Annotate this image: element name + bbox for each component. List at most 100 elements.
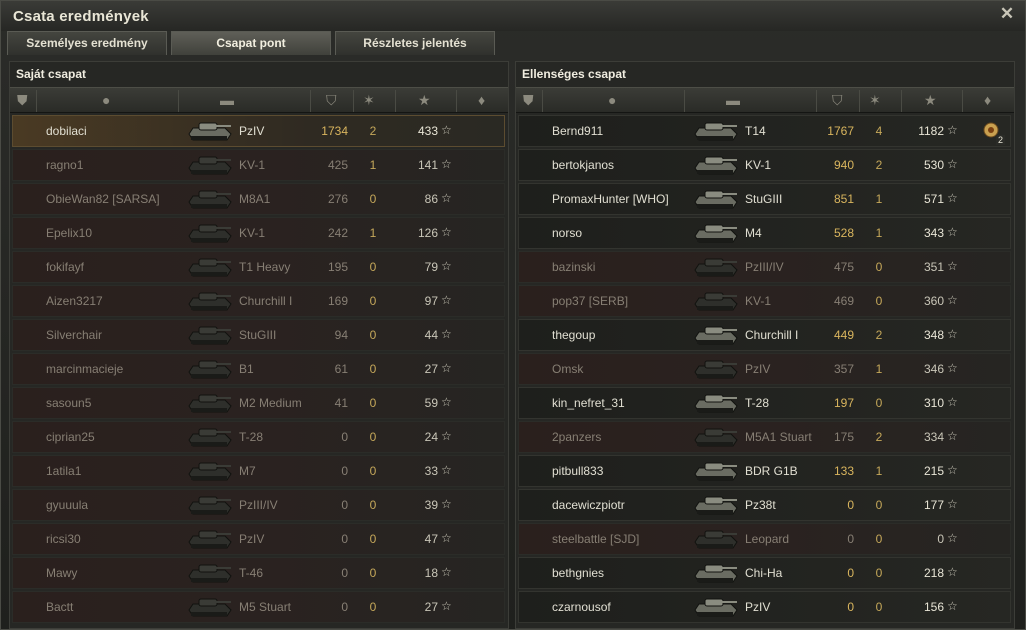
player-row[interactable]: steelbattle [SJD] Leopard 0 0 0 ☆ bbox=[518, 523, 1011, 555]
player-row[interactable]: thegoup Churchill I 449 2 348 ☆ bbox=[518, 319, 1011, 351]
kills-icon[interactable]: ✶ bbox=[363, 92, 375, 109]
experience-value: 530 bbox=[923, 158, 944, 172]
player-row[interactable]: dobilaci PzIV 1734 2 433 ☆ bbox=[12, 115, 505, 147]
player-row[interactable]: ObieWan82 [SARSA] M8A1 276 0 86 ☆ bbox=[12, 183, 505, 215]
kills-icon[interactable]: ✶ bbox=[869, 92, 881, 109]
star-icon: ☆ bbox=[441, 463, 452, 477]
experience-value: 33 bbox=[424, 464, 438, 478]
player-row[interactable]: Omsk PzIV 357 1 346 ☆ bbox=[518, 353, 1011, 385]
tank-icon bbox=[691, 560, 741, 586]
experience-value: 126 bbox=[417, 226, 438, 240]
tank-icon bbox=[691, 118, 741, 144]
player-row[interactable]: Mawy T-46 0 0 18 ☆ bbox=[12, 557, 505, 589]
damage-value: 475 bbox=[833, 260, 854, 274]
damage-value: 242 bbox=[327, 226, 348, 240]
player-row[interactable]: dacewiczpiotr Pz38t 0 0 177 ☆ bbox=[518, 489, 1011, 521]
medal-icon[interactable]: ♦ bbox=[478, 92, 485, 108]
star-icon: ☆ bbox=[441, 123, 452, 137]
star-icon: ☆ bbox=[947, 191, 958, 205]
star-icon: ☆ bbox=[441, 429, 452, 443]
player-row[interactable]: 1atila1 M7 0 0 33 ☆ bbox=[12, 455, 505, 487]
player-row[interactable]: czarnousof PzIV 0 0 156 ☆ bbox=[518, 591, 1011, 623]
tab-detailed-report[interactable]: Részletes jelentés bbox=[335, 31, 495, 55]
tank-icon[interactable]: ▬ bbox=[220, 92, 234, 108]
tab-team-score[interactable]: Csapat pont bbox=[171, 31, 331, 55]
player-row[interactable]: pitbull833 BDR G1B 133 1 215 ☆ bbox=[518, 455, 1011, 487]
player-row[interactable]: Bactt M5 Stuart 0 0 27 ☆ bbox=[12, 591, 505, 623]
player-icon[interactable]: ● bbox=[608, 92, 616, 108]
experience-star-icon[interactable]: ★ bbox=[418, 92, 431, 109]
medal-icon[interactable]: 2 bbox=[981, 120, 1005, 145]
kills-value: 0 bbox=[369, 566, 377, 580]
damage-icon[interactable]: ⛉ bbox=[832, 92, 843, 109]
player-row[interactable]: kin_nefret_31 T-28 197 0 310 ☆ bbox=[518, 387, 1011, 419]
damage-value: 0 bbox=[847, 532, 854, 546]
player-row[interactable]: fokifayf T1 Heavy 195 0 79 ☆ bbox=[12, 251, 505, 283]
kills-value: 0 bbox=[369, 498, 377, 512]
kills-value: 2 bbox=[875, 328, 883, 342]
enemy-team-title: Ellenséges csapat bbox=[522, 67, 627, 81]
player-name: Silverchair bbox=[46, 328, 103, 342]
player-row[interactable]: Bernd911 T14 1767 4 1182 ☆ 2 bbox=[518, 115, 1011, 147]
tank-icon[interactable]: ▬ bbox=[726, 92, 740, 108]
experience-star-icon[interactable]: ★ bbox=[924, 92, 937, 109]
player-name: sasoun5 bbox=[46, 396, 92, 410]
player-row[interactable]: gyuuula PzIII/IV 0 0 39 ☆ bbox=[12, 489, 505, 521]
damage-value: 0 bbox=[341, 430, 348, 444]
player-row[interactable]: bazinski PzIII/IV 475 0 351 ☆ bbox=[518, 251, 1011, 283]
experience-value: 24 bbox=[424, 430, 438, 444]
damage-icon[interactable]: ⛉ bbox=[326, 92, 337, 109]
player-row[interactable]: bertokjanos KV-1 940 2 530 ☆ bbox=[518, 149, 1011, 181]
kills-value: 0 bbox=[369, 430, 377, 444]
player-name: Aizen3217 bbox=[46, 294, 103, 308]
tank-icon bbox=[691, 288, 741, 314]
experience-value: 47 bbox=[424, 532, 438, 546]
experience-value: 0 bbox=[937, 532, 944, 546]
tank-icon bbox=[185, 594, 235, 620]
damage-value: 169 bbox=[327, 294, 348, 308]
kills-value: 1 bbox=[369, 226, 377, 240]
player-name: 1atila1 bbox=[46, 464, 82, 478]
player-row[interactable]: norso M4 528 1 343 ☆ bbox=[518, 217, 1011, 249]
experience-value: 310 bbox=[923, 396, 944, 410]
player-row[interactable]: Epelix10 KV-1 242 1 126 ☆ bbox=[12, 217, 505, 249]
player-icon[interactable]: ● bbox=[102, 92, 110, 108]
tank-name: StuGIII bbox=[239, 328, 277, 342]
player-row[interactable]: PromaxHunter [WHO] StuGIII 851 1 571 ☆ bbox=[518, 183, 1011, 215]
tank-name: PzIV bbox=[745, 600, 771, 614]
flag-icon[interactable]: ⛊ bbox=[523, 92, 534, 109]
damage-value: 528 bbox=[833, 226, 854, 240]
player-row[interactable]: bethgnies Chi-Ha 0 0 218 ☆ bbox=[518, 557, 1011, 589]
tank-name: T-28 bbox=[745, 396, 770, 410]
tab-personal-result[interactable]: Személyes eredmény bbox=[7, 31, 167, 55]
player-name: Mawy bbox=[46, 566, 78, 580]
experience-value: 215 bbox=[923, 464, 944, 478]
experience-value: 27 bbox=[424, 600, 438, 614]
player-row[interactable]: Aizen3217 Churchill I 169 0 97 ☆ bbox=[12, 285, 505, 317]
tank-icon bbox=[691, 594, 741, 620]
tank-name: T14 bbox=[745, 124, 766, 138]
tank-name: M4 bbox=[745, 226, 762, 240]
player-row[interactable]: sasoun5 M2 Medium 41 0 59 ☆ bbox=[12, 387, 505, 419]
column-divider bbox=[962, 90, 963, 112]
medal-icon[interactable]: ♦ bbox=[984, 92, 991, 108]
damage-value: 469 bbox=[833, 294, 854, 308]
player-row[interactable]: ragno1 KV-1 425 1 141 ☆ bbox=[12, 149, 505, 181]
star-icon: ☆ bbox=[947, 157, 958, 171]
kills-value: 0 bbox=[875, 260, 883, 274]
flag-icon[interactable]: ⛊ bbox=[17, 92, 28, 109]
close-icon[interactable]: ✕ bbox=[999, 5, 1015, 22]
player-name: pop37 [SERB] bbox=[552, 294, 629, 308]
player-name: PromaxHunter [WHO] bbox=[552, 192, 669, 206]
player-row[interactable]: marcinmacieje B1 61 0 27 ☆ bbox=[12, 353, 505, 385]
kills-value: 0 bbox=[369, 464, 377, 478]
player-row[interactable]: pop37 [SERB] KV-1 469 0 360 ☆ bbox=[518, 285, 1011, 317]
player-name: kin_nefret_31 bbox=[552, 396, 625, 410]
player-row[interactable]: ricsi30 PzIV 0 0 47 ☆ bbox=[12, 523, 505, 555]
star-icon: ☆ bbox=[441, 599, 452, 613]
column-header: ⛊ ● ▬ ⛉ ✶ ★ ♦ bbox=[10, 87, 508, 113]
player-row[interactable]: ciprian25 T-28 0 0 24 ☆ bbox=[12, 421, 505, 453]
player-row[interactable]: Silverchair StuGIII 94 0 44 ☆ bbox=[12, 319, 505, 351]
player-row[interactable]: 2panzers M5A1 Stuart 175 2 334 ☆ bbox=[518, 421, 1011, 453]
damage-value: 1767 bbox=[827, 124, 854, 138]
